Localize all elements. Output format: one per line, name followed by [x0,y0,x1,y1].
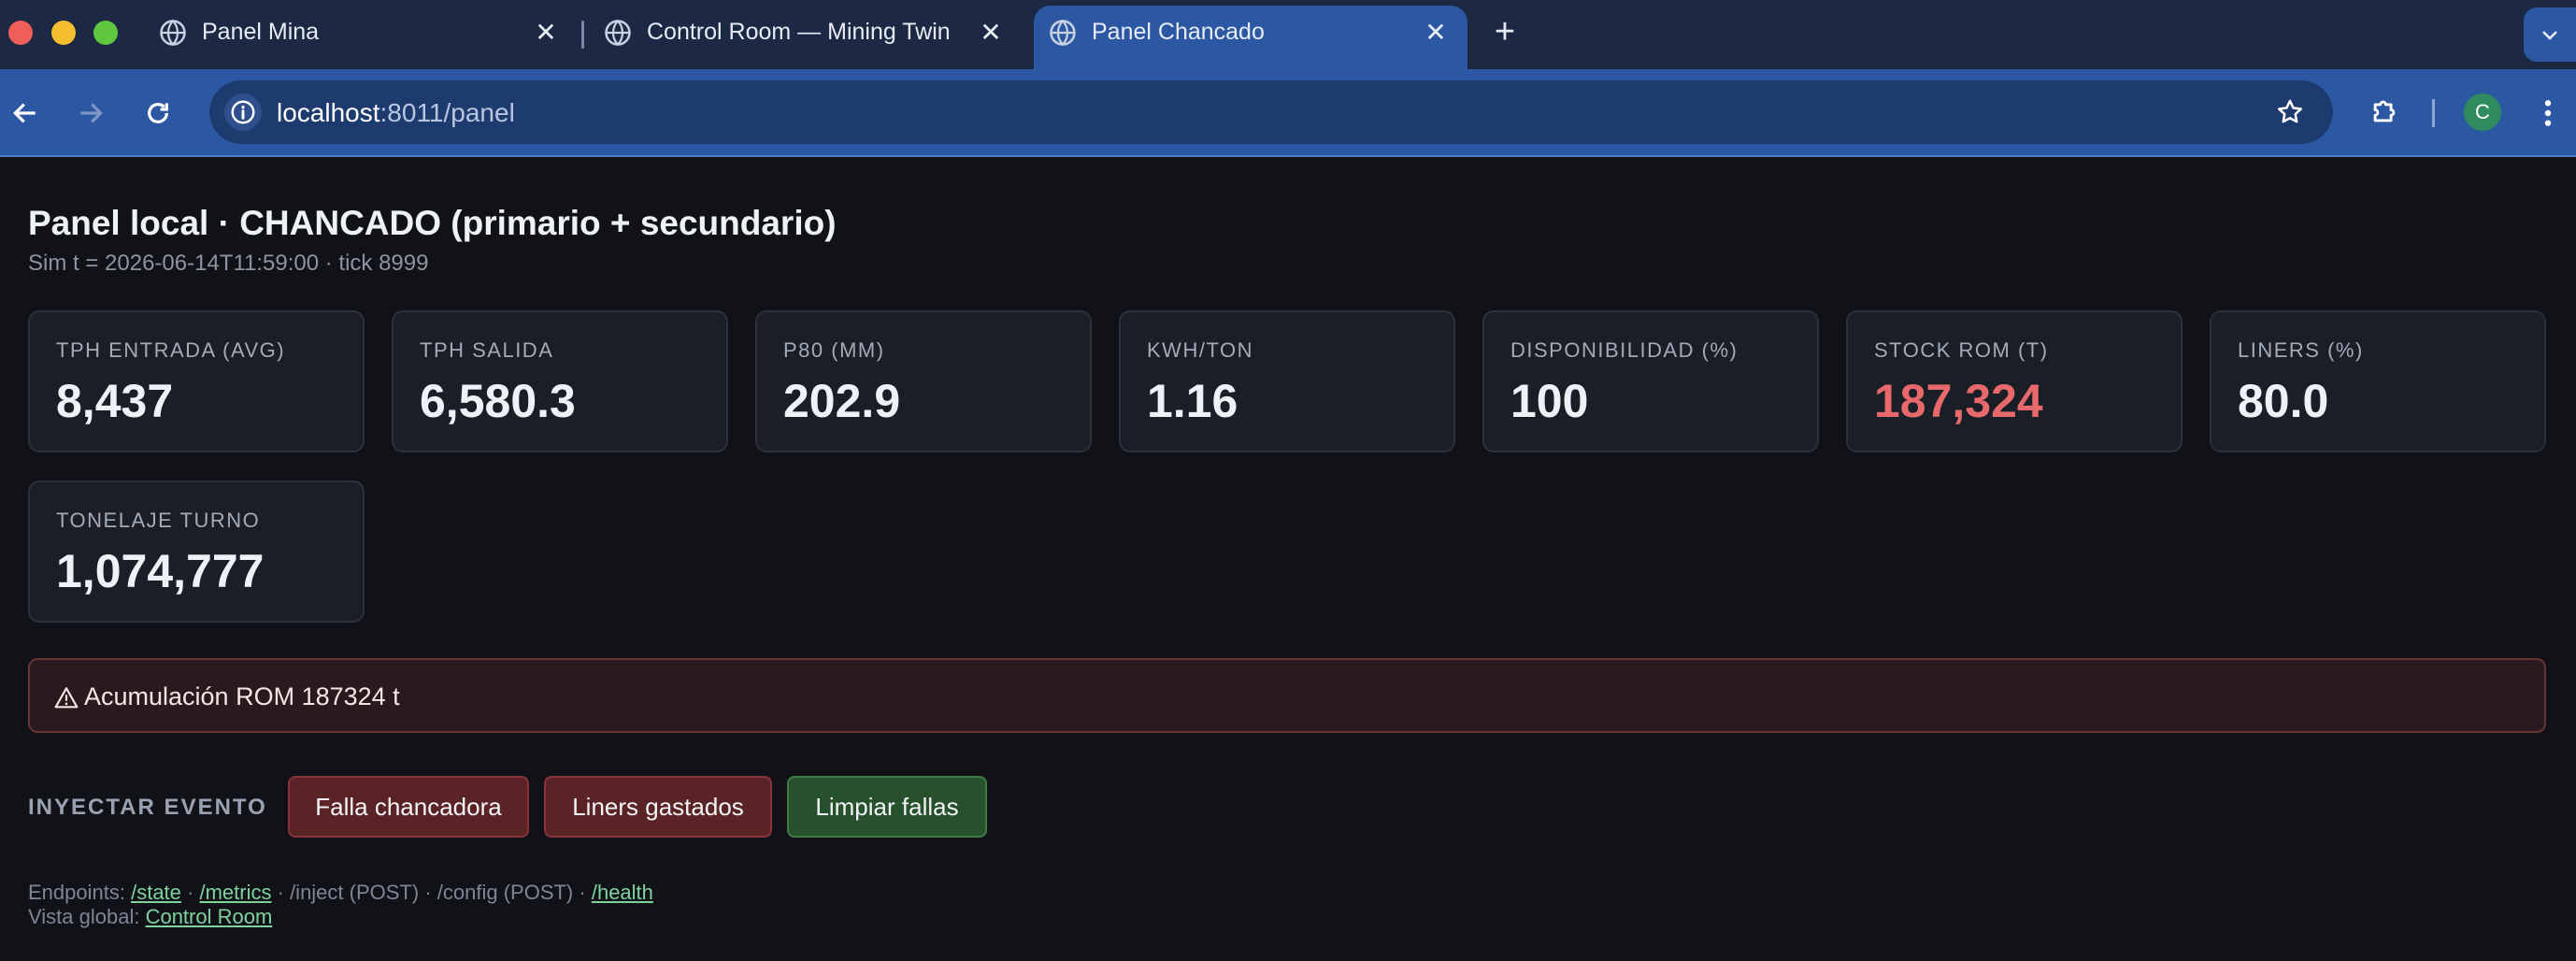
global-view-label: Vista global: [28,905,140,928]
kpi-label: TPH ENTRADA (AVG) [56,338,286,362]
window-close-button[interactable] [8,21,33,45]
close-icon[interactable]: ✕ [529,15,563,49]
kpi-value: 1,074,777 [56,545,265,597]
globe-icon [1050,19,1076,47]
config-endpoint: /config (POST) [436,881,574,904]
reload-icon [148,103,168,123]
control-room-link[interactable]: Control Room [146,905,273,928]
arrow-left-icon [13,103,36,123]
tab-title: Control Room — Mining Twin [647,19,951,45]
url-text: localhost:8011/panel [277,98,515,128]
kpi-card-kwh-ton: KWH/TON 1.16 [1119,310,1455,452]
browser-toolbar: localhost:8011/panel C [0,69,2576,157]
tab-panel-mina[interactable]: Panel Mina ✕ [159,0,570,69]
kpi-card-tonelaje-turno: TONELAJE TURNO 1,074,777 [28,480,365,623]
arrow-right-icon [80,103,103,123]
separator: · [424,881,432,904]
chevron-down-icon [2542,31,2557,40]
close-icon[interactable]: ✕ [974,15,1008,49]
kpi-label: P80 (MM) [783,338,885,362]
tab-title: Panel Chancado [1092,19,1265,45]
info-icon [231,100,255,124]
extensions-button[interactable] [2361,88,2408,135]
profile-avatar[interactable]: C [2464,93,2501,131]
close-icon[interactable]: ✕ [1419,15,1453,49]
toolbar-separator [2432,99,2435,127]
tab-title: Panel Mina [202,19,320,45]
browser-menu-button[interactable] [2529,90,2567,136]
separator: · [277,881,284,904]
globe-icon [605,19,631,47]
clear-faults-button[interactable]: Limpiar fallas [787,776,987,838]
puzzle-icon [2373,100,2396,122]
browser-tab-strip: Panel Mina ✕ Control Room — Mining Twin … [0,0,2576,80]
endpoints-line: Endpoints: /state · /metrics · /inject (… [28,881,653,905]
kpi-card-disponibilidad: DISPONIBILIDAD (%) 100 [1482,310,1819,452]
bookmark-button[interactable] [2271,93,2309,131]
new-tab-button[interactable]: + [1486,12,1524,51]
page-title: Panel local · CHANCADO (primario + secun… [28,204,837,242]
globe-icon [160,19,186,47]
kpi-label: LINERS (%) [2238,338,2364,362]
global-view-line: Vista global: Control Room [28,905,272,929]
kpi-card-p80: P80 (MM) 202.9 [755,310,1092,452]
kpi-card-tph-entrada: TPH ENTRADA (AVG) 8,437 [28,310,365,452]
kpi-label: STOCK ROM (T) [1874,338,2049,362]
tab-search-button[interactable] [2524,7,2576,62]
kpi-label: TPH SALIDA [420,338,554,362]
tab-control-room[interactable]: Control Room — Mining Twin ✕ [604,0,1015,69]
url-path: :8011/panel [379,98,515,127]
reload-button[interactable] [135,90,181,136]
kpi-value: 6,580.3 [420,375,576,427]
page-subtitle: Sim t = 2026-06-14T11:59:00 · tick 8999 [28,251,429,276]
alert-text: Acumulación ROM 187324 t [84,682,400,710]
state-link[interactable]: /state [131,881,181,904]
inject-endpoint: /inject (POST) [290,881,420,904]
star-icon [2278,99,2302,123]
window-zoom-button[interactable] [93,21,118,45]
inject-event-label: INYECTAR EVENTO [28,795,267,820]
separator: · [187,881,194,904]
alert-banner: Acumulación ROM 187324 t [28,658,2546,733]
tab-panel-chancado[interactable]: Panel Chancado ✕ [1049,0,1460,69]
warning-icon [54,687,79,709]
tab-separator [581,21,584,49]
health-link[interactable]: /health [592,881,653,904]
kpi-value: 187,324 [1874,375,2043,427]
site-info-button[interactable] [224,93,262,131]
kpi-card-liners: LINERS (%) 80.0 [2210,310,2546,452]
kpi-label: TONELAJE TURNO [56,509,261,532]
kpi-card-stock-rom: STOCK ROM (T) 187,324 [1846,310,2182,452]
back-button[interactable] [2,90,49,136]
kpi-label: KWH/TON [1147,338,1253,362]
endpoints-label: Endpoints: [28,881,125,904]
separator: · [579,881,586,904]
crusher-fault-button[interactable]: Falla chancadora [288,776,529,838]
forward-button[interactable] [67,90,114,136]
worn-liners-button[interactable]: Liners gastados [544,776,772,838]
more-vertical-icon [2544,100,2552,126]
window-minimize-button[interactable] [51,21,76,45]
kpi-value: 100 [1510,375,1589,427]
address-bar[interactable]: localhost:8011/panel [209,80,2333,144]
url-host: localhost [277,98,380,127]
kpi-value: 202.9 [783,375,901,427]
kpi-value: 80.0 [2238,375,2329,427]
panel-page: Panel local · CHANCADO (primario + secun… [0,159,2576,961]
kpi-value: 1.16 [1147,375,1238,427]
kpi-value: 8,437 [56,375,174,427]
metrics-link[interactable]: /metrics [199,881,271,904]
kpi-card-tph-salida: TPH SALIDA 6,580.3 [392,310,728,452]
kpi-label: DISPONIBILIDAD (%) [1510,338,1739,362]
